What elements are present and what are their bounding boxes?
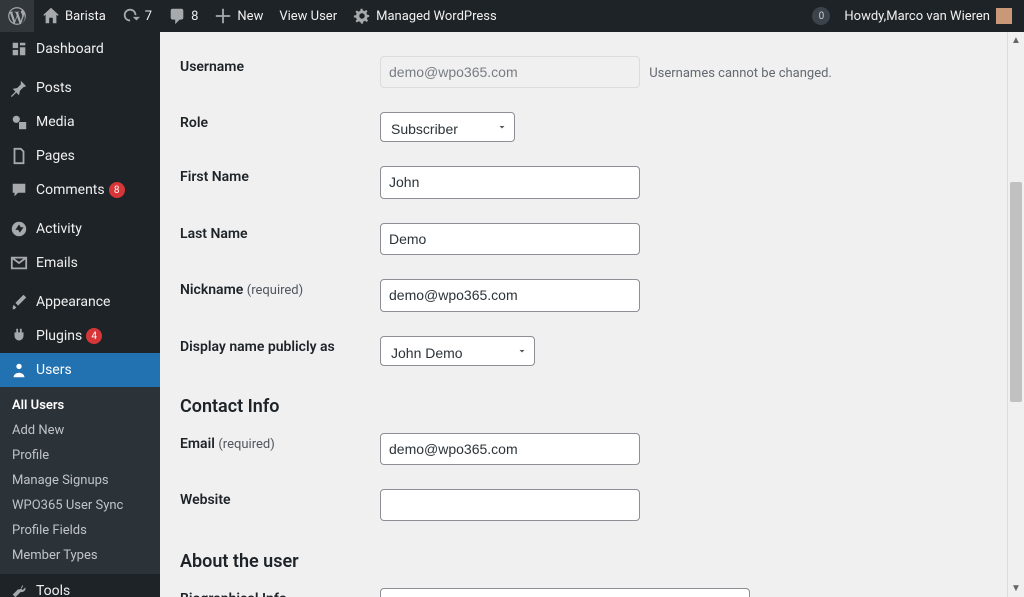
sidebar-item-plugins[interactable]: Plugins 4 xyxy=(0,319,160,353)
admin-bar: Barista 7 8 New View User Managed WordPr… xyxy=(0,0,1024,32)
managed-wp-label: Managed WordPress xyxy=(376,9,497,24)
updates-link[interactable]: 7 xyxy=(114,0,160,32)
wp-logo-menu[interactable] xyxy=(0,0,34,32)
media-icon xyxy=(10,113,28,131)
comments-count: 8 xyxy=(191,9,198,24)
view-user-link[interactable]: View User xyxy=(271,0,345,32)
sidebar-item-comments[interactable]: Comments 8 xyxy=(0,173,160,207)
updates-count: 7 xyxy=(145,9,152,24)
howdy-prefix: Howdy, xyxy=(844,9,886,24)
site-name-label: Barista xyxy=(65,9,106,24)
users-icon xyxy=(10,361,28,379)
update-icon xyxy=(122,7,140,25)
home-icon xyxy=(42,7,60,25)
sidebar-item-posts[interactable]: Posts xyxy=(0,71,160,105)
sidebar-item-tools[interactable]: Tools xyxy=(0,574,160,597)
submenu-add-new[interactable]: Add New xyxy=(0,418,160,443)
new-content-link[interactable]: New xyxy=(206,0,271,32)
gear-icon xyxy=(353,7,371,25)
submenu-member-types[interactable]: Member Types xyxy=(0,543,160,568)
sidebar-label: Dashboard xyxy=(36,41,104,57)
sidebar-label: Posts xyxy=(36,80,72,96)
contact-info-heading: Contact Info xyxy=(180,396,1004,417)
nickname-field[interactable] xyxy=(380,279,640,311)
display-name-label: Display name publicly as xyxy=(180,324,380,378)
user-edit-form: Username Usernames cannot be changed. Ro… xyxy=(180,44,1004,378)
admin-sidebar: Dashboard Posts Media Pages Comments 8 A… xyxy=(0,32,160,597)
email-icon xyxy=(10,254,28,272)
site-name-link[interactable]: Barista xyxy=(34,0,114,32)
sidebar-item-media[interactable]: Media xyxy=(0,105,160,139)
scroll-thumb[interactable] xyxy=(1010,182,1022,402)
sidebar-item-activity[interactable]: Activity xyxy=(0,212,160,246)
users-submenu: All Users Add New Profile Manage Signups… xyxy=(0,387,160,574)
activity-icon xyxy=(10,220,28,238)
view-user-label: View User xyxy=(279,9,337,24)
comments-badge: 8 xyxy=(109,182,125,198)
about-user-heading: About the user xyxy=(180,551,1004,572)
comments-link[interactable]: 8 xyxy=(160,0,206,32)
username-label: Username xyxy=(180,44,380,100)
brush-icon xyxy=(10,293,28,311)
notifications-badge[interactable]: 0 xyxy=(812,7,830,25)
tools-icon xyxy=(10,582,28,597)
pin-icon xyxy=(10,79,28,97)
display-name-select[interactable]: John Demo xyxy=(380,336,535,366)
pages-icon xyxy=(10,147,28,165)
sidebar-item-dashboard[interactable]: Dashboard xyxy=(0,32,160,66)
submenu-manage-signups[interactable]: Manage Signups xyxy=(0,468,160,493)
email-field[interactable] xyxy=(380,433,640,465)
scroll-down-arrow[interactable]: ▼ xyxy=(1008,580,1024,597)
avatar-icon xyxy=(996,8,1012,24)
username-note: Usernames cannot be changed. xyxy=(649,66,832,81)
sidebar-label: Emails xyxy=(36,255,78,271)
new-label: New xyxy=(237,9,263,24)
role-select[interactable]: Subscriber xyxy=(380,112,515,142)
scroll-up-arrow[interactable]: ▲ xyxy=(1008,32,1024,49)
plugin-icon xyxy=(10,327,28,345)
sidebar-item-emails[interactable]: Emails xyxy=(0,246,160,280)
plus-icon xyxy=(214,7,232,25)
sidebar-label: Comments xyxy=(36,182,105,198)
sidebar-label: Plugins xyxy=(36,328,82,344)
username-field xyxy=(380,56,640,88)
last-name-label: Last Name xyxy=(180,211,380,267)
website-label: Website xyxy=(180,477,380,533)
comment-icon xyxy=(10,181,28,199)
sidebar-item-pages[interactable]: Pages xyxy=(0,139,160,173)
managed-wp-link[interactable]: Managed WordPress xyxy=(345,0,505,32)
role-label: Role xyxy=(180,100,380,154)
website-field[interactable] xyxy=(380,489,640,521)
comment-icon xyxy=(168,7,186,25)
last-name-field[interactable] xyxy=(380,223,640,255)
sidebar-item-appearance[interactable]: Appearance xyxy=(0,285,160,319)
first-name-field[interactable] xyxy=(380,166,640,198)
email-label: Email (required) xyxy=(180,421,380,477)
submenu-profile-fields[interactable]: Profile Fields xyxy=(0,518,160,543)
bio-label: Biographical Info xyxy=(180,576,380,597)
sidebar-label: Pages xyxy=(36,148,75,164)
sidebar-label: Media xyxy=(36,114,75,130)
plugins-badge: 4 xyxy=(86,328,102,344)
sidebar-label: Tools xyxy=(36,583,70,597)
nickname-label: Nickname (required) xyxy=(180,267,380,323)
submenu-wpo365-sync[interactable]: WPO365 User Sync xyxy=(0,493,160,518)
dashboard-icon xyxy=(10,40,28,58)
submenu-profile[interactable]: Profile xyxy=(0,443,160,468)
scrollbar[interactable]: ▲ ▼ xyxy=(1007,32,1024,597)
first-name-label: First Name xyxy=(180,154,380,210)
submenu-all-users[interactable]: All Users xyxy=(0,393,160,418)
wordpress-icon xyxy=(8,7,26,25)
sidebar-label: Activity xyxy=(36,221,82,237)
sidebar-item-users[interactable]: Users xyxy=(0,353,160,387)
my-account-link[interactable]: Howdy, Marco van Wieren xyxy=(836,0,1016,32)
sidebar-label: Appearance xyxy=(36,294,110,310)
bio-textarea[interactable] xyxy=(380,588,750,597)
current-user-name: Marco van Wieren xyxy=(886,9,990,24)
sidebar-label: Users xyxy=(36,362,72,378)
content-area: Username Usernames cannot be changed. Ro… xyxy=(160,32,1024,597)
